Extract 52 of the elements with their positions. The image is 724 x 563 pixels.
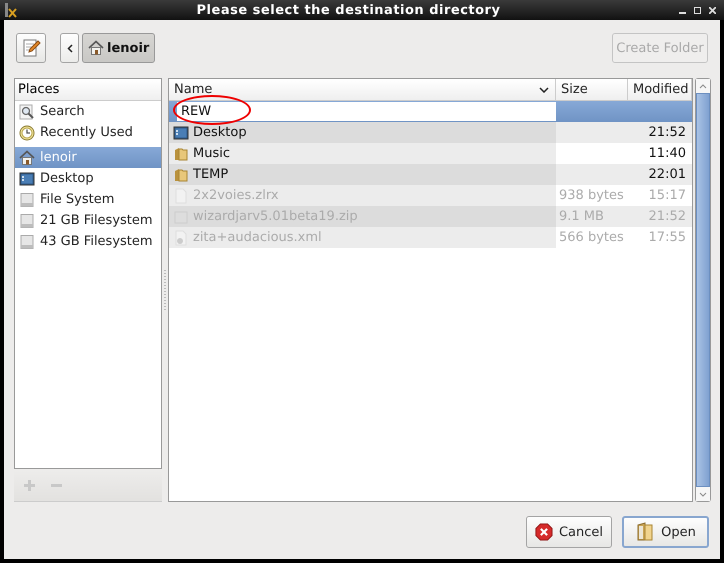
table-cell: 21:52 bbox=[628, 206, 692, 227]
home-icon bbox=[19, 150, 35, 166]
app-logo-icon bbox=[4, 2, 18, 18]
search-icon bbox=[19, 104, 35, 120]
table-cell[interactable]: TEMP bbox=[169, 164, 556, 185]
edit-location-button[interactable] bbox=[16, 33, 46, 63]
place-item[interactable]: 21 GB Filesystem bbox=[15, 210, 161, 231]
table-cell: 9.1 MB bbox=[556, 206, 628, 227]
place-item[interactable]: File System bbox=[15, 189, 161, 210]
place-item[interactable]: Desktop bbox=[15, 168, 161, 189]
table-cell: 21:52 bbox=[628, 122, 692, 143]
location-field[interactable]: REW bbox=[177, 102, 556, 121]
open-button[interactable]: Open bbox=[622, 516, 709, 548]
file-name[interactable]: Desktop bbox=[193, 125, 247, 140]
table-cell[interactable]: Desktop bbox=[169, 122, 556, 143]
scrollbar-thumb[interactable] bbox=[696, 93, 710, 487]
maximize-icon[interactable] bbox=[694, 6, 701, 14]
place-item[interactable]: Search bbox=[15, 101, 161, 122]
clock-icon bbox=[19, 124, 35, 140]
door-icon bbox=[635, 522, 656, 542]
folder-icon bbox=[173, 166, 189, 182]
place-item[interactable]: Recently Used bbox=[15, 122, 161, 143]
drive-icon bbox=[19, 212, 35, 228]
path-button[interactable]: lenoir bbox=[82, 33, 156, 63]
chevron-left-icon bbox=[66, 44, 72, 52]
drive-icon bbox=[19, 234, 35, 250]
table-cell[interactable]: Music bbox=[169, 143, 556, 164]
sort-chevron-icon bbox=[539, 86, 549, 92]
column-header[interactable]: Modified bbox=[628, 79, 692, 100]
window-title: Please select the destination directory bbox=[196, 2, 502, 18]
column-header[interactable]: Size bbox=[556, 79, 628, 100]
table-cell bbox=[556, 122, 628, 143]
desktop-icon bbox=[19, 170, 35, 186]
notepad-pencil-icon bbox=[21, 38, 41, 58]
table-cell: 22:01 bbox=[628, 164, 692, 185]
column-header[interactable]: Name bbox=[169, 79, 556, 100]
drive-icon bbox=[19, 192, 35, 208]
place-item[interactable]: 43 GB Filesystem bbox=[15, 231, 161, 252]
cancel-button[interactable]: Cancel bbox=[526, 516, 612, 548]
folder-icon bbox=[173, 146, 189, 162]
xml-file-icon bbox=[173, 230, 189, 246]
back-button[interactable] bbox=[60, 33, 79, 63]
table-cell bbox=[556, 164, 628, 185]
file-name[interactable]: TEMP bbox=[193, 167, 228, 182]
desktop-icon bbox=[173, 124, 189, 140]
close-icon[interactable] bbox=[709, 6, 716, 14]
cancel-icon bbox=[535, 522, 553, 542]
file-name[interactable]: Music bbox=[193, 146, 230, 161]
scroll-down-icon[interactable] bbox=[699, 492, 707, 496]
scroll-up-icon[interactable] bbox=[699, 84, 707, 88]
home-icon bbox=[88, 40, 104, 56]
scrollbar[interactable] bbox=[695, 78, 711, 502]
